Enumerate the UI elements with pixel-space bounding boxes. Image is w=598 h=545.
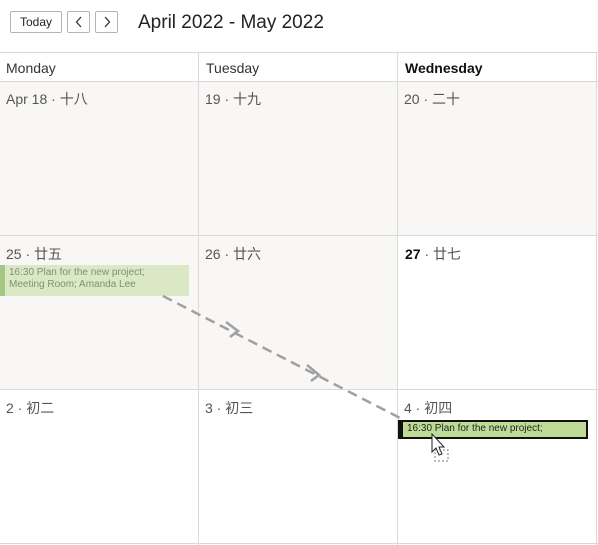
day-cell-today[interactable]: 27 · 廿七 bbox=[397, 235, 597, 390]
day-cell[interactable]: 25 · 廿五 16:30 Plan for the new project; … bbox=[0, 236, 198, 389]
day-cell[interactable]: 3 · 初三 bbox=[199, 390, 397, 545]
date-label: 4 · 初四 bbox=[404, 400, 453, 416]
grid-line bbox=[0, 52, 598, 53]
grid-line bbox=[0, 543, 598, 544]
event-title: 16:30 Plan for the new project; bbox=[407, 423, 543, 434]
column-header-wednesday: Wednesday bbox=[405, 60, 483, 76]
previous-button[interactable] bbox=[67, 11, 90, 33]
grid-line bbox=[0, 235, 598, 236]
day-cell[interactable]: 4 · 初四 16:30 Plan for the new project; bbox=[398, 390, 596, 545]
day-cell[interactable]: 26 · 廿六 bbox=[199, 236, 397, 389]
calendar-toolbar: Today April 2022 - May 2022 bbox=[0, 0, 598, 52]
date-label: 27 · 廿七 bbox=[405, 246, 462, 262]
day-cell[interactable]: 19 · 十九 bbox=[199, 81, 397, 235]
chevron-right-icon bbox=[104, 16, 110, 28]
grid-line bbox=[0, 389, 598, 390]
today-button[interactable]: Today bbox=[10, 11, 62, 33]
day-cell[interactable]: 20 · 二十 bbox=[398, 81, 596, 235]
day-cell[interactable]: Apr 18 · 十八 bbox=[0, 81, 198, 235]
day-cell[interactable]: 2 · 初二 bbox=[0, 390, 198, 545]
date-label: 26 · 廿六 bbox=[205, 246, 262, 262]
date-label: 25 · 廿五 bbox=[6, 246, 63, 262]
date-range-title: April 2022 - May 2022 bbox=[138, 12, 324, 33]
date-label: 2 · 初二 bbox=[6, 400, 55, 416]
grid-line bbox=[397, 52, 398, 545]
date-label: 3 · 初三 bbox=[205, 400, 254, 416]
grid-line bbox=[596, 52, 597, 545]
month-grid: Monday Tuesday Wednesday Apr 18 · 十八 19 … bbox=[0, 52, 598, 545]
column-header-tuesday: Tuesday bbox=[206, 60, 260, 76]
event-details: Meeting Room; Amanda Lee bbox=[9, 279, 136, 290]
date-label: 20 · 二十 bbox=[404, 91, 461, 107]
next-button[interactable] bbox=[95, 11, 118, 33]
column-header-monday: Monday bbox=[6, 60, 56, 76]
grid-line bbox=[0, 81, 598, 82]
event-title: 16:30 Plan for the new project; bbox=[9, 267, 145, 278]
chevron-left-icon bbox=[75, 16, 81, 28]
date-label: 19 · 十九 bbox=[205, 91, 262, 107]
calendar-event-dragging[interactable]: 16:30 Plan for the new project; bbox=[398, 420, 588, 439]
date-label: Apr 18 · 十八 bbox=[6, 91, 88, 107]
grid-line bbox=[198, 52, 199, 545]
calendar-event-original[interactable]: 16:30 Plan for the new project; Meeting … bbox=[0, 265, 189, 296]
